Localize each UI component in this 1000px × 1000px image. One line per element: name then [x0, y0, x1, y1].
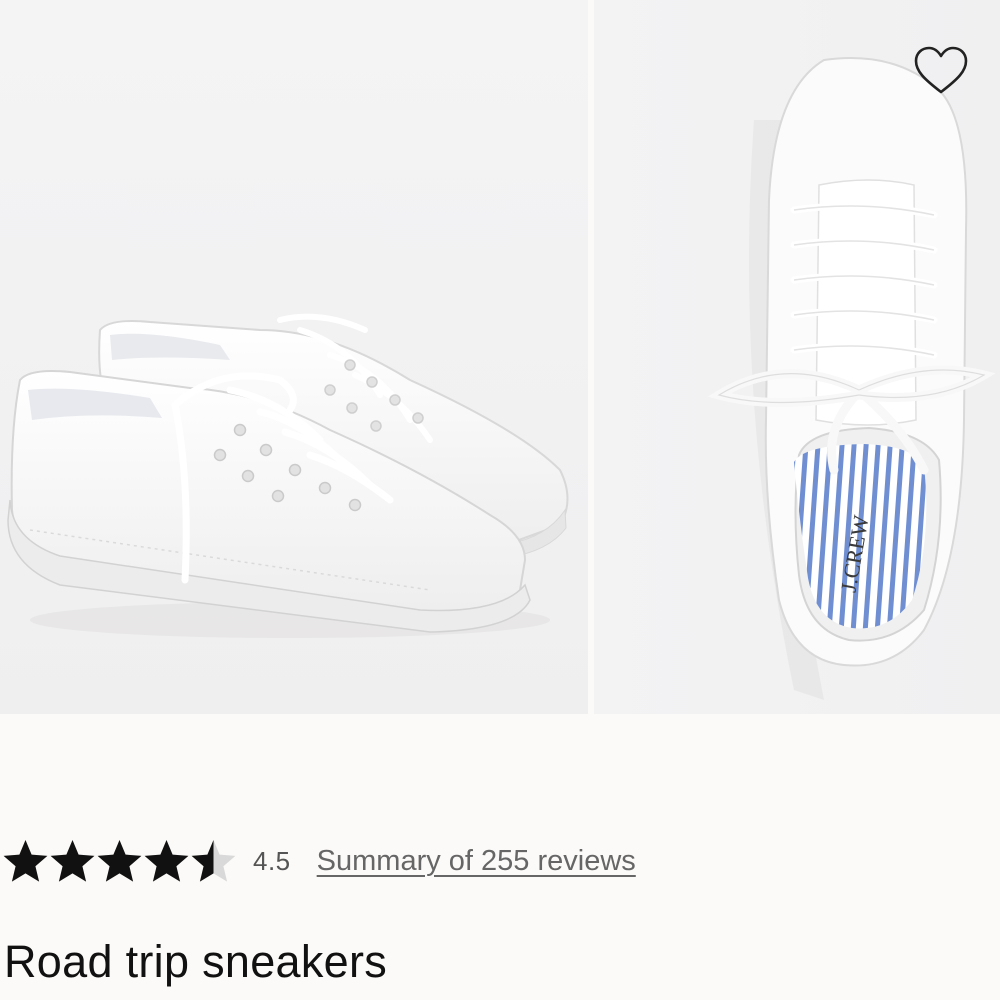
star-icon [96, 838, 143, 885]
product-image-side-view[interactable] [0, 0, 588, 714]
wishlist-button[interactable] [912, 44, 970, 98]
star-icon [143, 838, 190, 885]
rating-value: 4.5 [253, 845, 291, 876]
sneakers-side-illustration [0, 0, 588, 714]
reviews-summary-link[interactable]: Summary of 255 reviews [317, 845, 636, 878]
star-icon [2, 838, 49, 885]
star-rating [2, 834, 237, 888]
star-icon [190, 838, 237, 885]
product-title: Road trip sneakers [4, 936, 388, 987]
sneaker-top-illustration: J.CREW [594, 0, 1000, 714]
product-image-gallery: J.CREW [0, 0, 1000, 714]
heart-outline-icon [914, 46, 968, 94]
star-icon [49, 838, 96, 885]
product-image-top-view[interactable]: J.CREW [594, 0, 1000, 714]
product-rating: 4.5 Summary of 255 reviews [0, 834, 1000, 888]
